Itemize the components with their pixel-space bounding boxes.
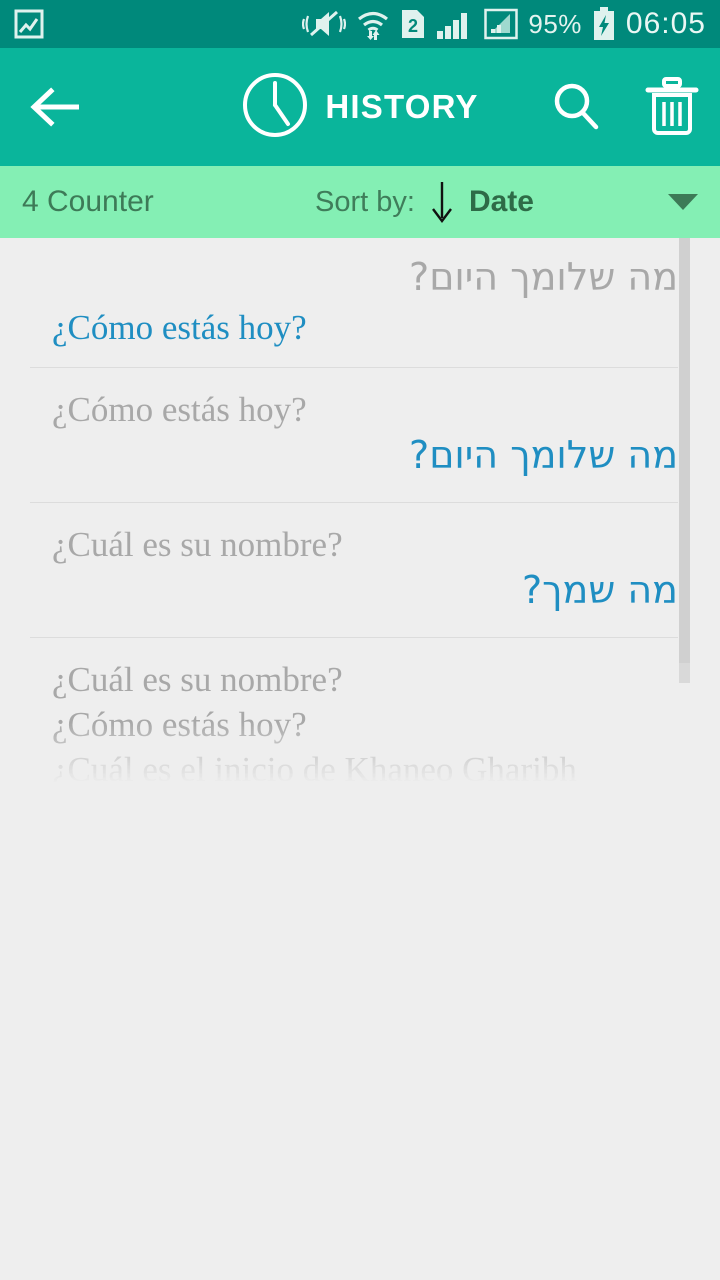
list-item-source-text: ¿Cuál es su nombre? — [52, 660, 343, 699]
vibrate-mute-icon — [302, 8, 347, 40]
chevron-down-icon — [668, 194, 698, 210]
signal-icon — [436, 8, 474, 40]
search-icon — [554, 83, 599, 130]
signal-data-icon — [484, 8, 519, 40]
status-bar-clock: 06:05 — [625, 7, 706, 40]
delete-all-button[interactable] — [642, 75, 702, 139]
status-bar: 2 95% 06:05 — [0, 0, 720, 48]
list-item-target-text: ¿Cómo estás hoy? — [52, 307, 307, 347]
sim2-icon: 2 — [400, 8, 426, 40]
app-bar-actions — [546, 75, 702, 139]
list-item[interactable]: ¿Cuál es su nombre? מה שמך? — [0, 503, 720, 638]
wifi-icon — [356, 8, 390, 40]
svg-text:2: 2 — [408, 16, 418, 36]
back-arrow-icon — [30, 87, 79, 127]
status-bar-right: 2 95% 06:05 — [302, 7, 706, 41]
list-item[interactable]: ¿Cómo estás hoy? מה שלומך היום? — [0, 368, 720, 503]
list-item-source-text: מה שלומך היום? — [409, 255, 678, 299]
search-button[interactable] — [546, 75, 606, 139]
battery-charging-icon — [592, 7, 616, 41]
list-item[interactable]: ¿Cuál es su nombre? ¿Cómo estás hoy? ¿Cu… — [0, 638, 720, 789]
list-item-source-text: ¿Cuál es su nombre? — [52, 525, 343, 564]
photo-icon — [14, 8, 44, 40]
list-item-target-text: מה שמך? — [521, 567, 678, 612]
sort-value: Date — [468, 185, 534, 218]
counter-label: 4 Counter — [22, 185, 154, 218]
list-item-third-text: ¿Cuál es el inicio de Khaneo Gharibh — [52, 749, 577, 789]
back-button[interactable] — [18, 70, 92, 144]
clock-icon — [241, 71, 309, 144]
list-item-second-text: ¿Cómo estás hoy? — [52, 704, 307, 744]
page-title: HISTORY — [325, 88, 479, 125]
trash-icon — [645, 77, 699, 135]
sort-descending-arrow-icon[interactable] — [429, 178, 455, 226]
list-item-source-text: ¿Cómo estás hoy? — [52, 390, 307, 429]
status-bar-left — [14, 8, 44, 40]
scrollbar-thumb[interactable] — [679, 238, 690, 663]
app-bar: HISTORY — [0, 48, 720, 166]
battery-percent: 95% — [528, 8, 582, 39]
sort-by-control[interactable]: Sort by: Date — [315, 178, 534, 226]
list-item[interactable]: מה שלומך היום? ¿Cómo estás hoy? — [0, 238, 720, 368]
history-list[interactable]: מה שלומך היום? ¿Cómo estás hoy? ¿Cómo es… — [0, 238, 720, 1280]
scrollbar-thumb-tail — [679, 663, 690, 683]
sort-dropdown-button[interactable] — [666, 185, 700, 219]
list-item-target-text: מה שלומך היום? — [409, 432, 678, 477]
sort-bar: 4 Counter Sort by: Date — [0, 166, 720, 238]
sort-by-label: Sort by: — [315, 185, 415, 218]
